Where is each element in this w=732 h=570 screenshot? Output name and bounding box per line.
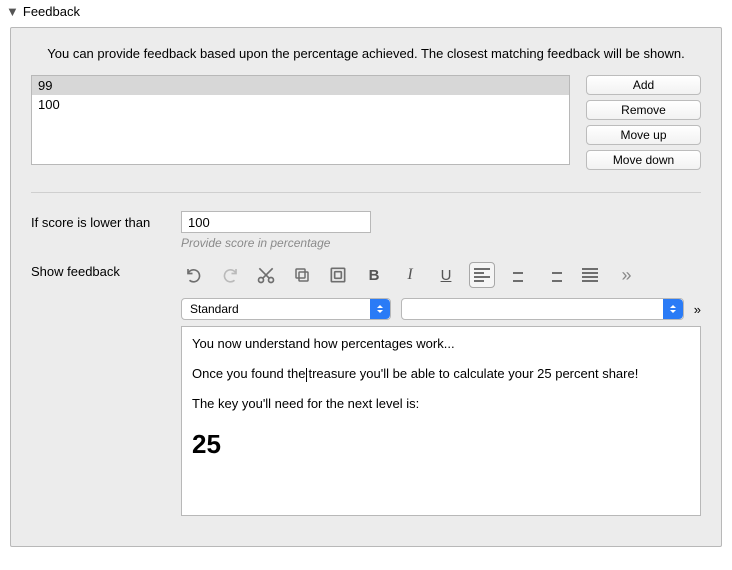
chevron-updown-icon bbox=[370, 299, 390, 319]
redo-icon[interactable] bbox=[217, 262, 243, 288]
paragraph-style-select[interactable]: Standard bbox=[181, 298, 391, 320]
chevron-updown-icon bbox=[663, 299, 683, 319]
feedback-editor[interactable]: You now understand how percentages work.… bbox=[181, 326, 701, 516]
editor-line: The key you'll need for the next level i… bbox=[192, 395, 690, 413]
paste-icon[interactable] bbox=[325, 262, 351, 288]
threshold-listbox[interactable]: 99 100 bbox=[31, 75, 570, 165]
font-select[interactable] bbox=[401, 298, 684, 320]
score-hint: Provide score in percentage bbox=[181, 236, 701, 250]
toolbar2-more-icon[interactable]: » bbox=[694, 302, 701, 317]
bold-button[interactable]: B bbox=[361, 262, 387, 288]
copy-icon[interactable] bbox=[289, 262, 315, 288]
editor-line: Once you found thetreasure you'll be abl… bbox=[192, 365, 690, 383]
align-right-icon[interactable] bbox=[541, 262, 567, 288]
align-center-icon[interactable] bbox=[505, 262, 531, 288]
list-item[interactable]: 99 bbox=[32, 76, 569, 95]
feedback-panel: You can provide feedback based upon the … bbox=[10, 27, 722, 547]
align-left-icon[interactable] bbox=[469, 262, 495, 288]
list-item[interactable]: 100 bbox=[32, 95, 569, 114]
paragraph-style-value: Standard bbox=[190, 302, 239, 316]
intro-text: You can provide feedback based upon the … bbox=[31, 46, 701, 61]
divider bbox=[31, 192, 701, 193]
underline-button[interactable]: U bbox=[433, 262, 459, 288]
remove-button[interactable]: Remove bbox=[586, 100, 701, 120]
editor-toolbar: B I U » bbox=[181, 260, 701, 290]
section-header[interactable]: ▼ Feedback bbox=[0, 0, 732, 27]
section-title: Feedback bbox=[23, 4, 80, 19]
cut-icon[interactable] bbox=[253, 262, 279, 288]
move-down-button[interactable]: Move down bbox=[586, 150, 701, 170]
disclosure-triangle-icon[interactable]: ▼ bbox=[6, 4, 19, 19]
score-input[interactable] bbox=[181, 211, 371, 233]
editor-line: You now understand how percentages work.… bbox=[192, 335, 690, 353]
toolbar-more-icon[interactable]: » bbox=[613, 262, 639, 288]
italic-button[interactable]: I bbox=[397, 262, 423, 288]
align-justify-icon[interactable] bbox=[577, 262, 603, 288]
move-up-button[interactable]: Move up bbox=[586, 125, 701, 145]
editor-big-number: 25 bbox=[192, 426, 690, 462]
undo-icon[interactable] bbox=[181, 262, 207, 288]
add-button[interactable]: Add bbox=[586, 75, 701, 95]
feedback-label: Show feedback bbox=[31, 260, 171, 279]
score-label: If score is lower than bbox=[31, 211, 171, 230]
